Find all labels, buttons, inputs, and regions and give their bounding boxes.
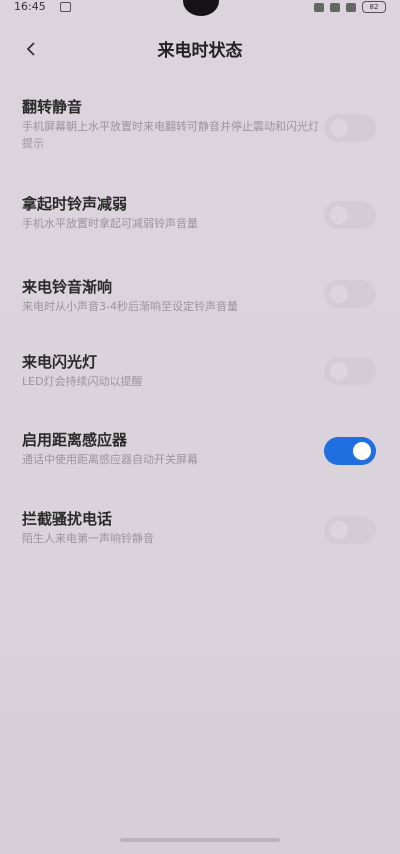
setting-pickup-quieter: 拿起时铃声减弱 手机水平放置时拿起可减弱铃声音量	[0, 193, 400, 243]
setting-title: 翻转静音	[22, 98, 83, 116]
battery-icon: 82	[362, 1, 386, 13]
setting-description: 通话中使用距离感应器自动开关屏幕	[22, 453, 198, 466]
status-bar: 16:45 82	[0, 0, 400, 18]
toggle-knob	[353, 442, 371, 460]
setting-block-spam-calls: 拦截骚扰电话 陌生人来电第一声响铃静音	[0, 508, 400, 558]
toggle-knob	[330, 521, 348, 539]
setting-description: 来电时从小声音3-4秒后渐响至设定铃声音量	[22, 300, 238, 313]
setting-description: 手机水平放置时拿起可减弱铃声音量	[22, 217, 198, 230]
toggle-knob	[330, 119, 348, 137]
setting-title: 启用距离感应器	[22, 431, 128, 449]
page-title: 来电时状态	[157, 41, 243, 61]
bluetooth-icon	[314, 2, 324, 12]
setting-flip-to-mute: 翻转静音 手机屏幕朝上水平放置时来电翻转可静音并停止震动和闪光灯提示	[0, 96, 400, 166]
toggle-knob	[330, 285, 348, 303]
setting-description: 手机屏幕朝上水平放置时来电翻转可静音并停止震动和闪光灯提示	[22, 120, 319, 150]
setting-description: LED灯会持续闪动以提醒	[22, 375, 143, 388]
setting-description: 陌生人来电第一声响铃静音	[22, 532, 154, 545]
setting-flash-alert: 来电闪光灯 LED灯会持续闪动以提醒	[0, 351, 400, 401]
camera-notch	[183, 0, 219, 16]
toggle-switch[interactable]	[324, 437, 376, 465]
toggle-switch[interactable]	[324, 516, 376, 544]
setting-title: 拿起时铃声减弱	[22, 195, 128, 213]
screen: 16:45 82 来电时状态 翻转静音 手机屏幕朝上水平放置时来电翻转可静音并停…	[0, 0, 400, 854]
signal-icon	[330, 2, 340, 12]
wifi-icon	[346, 2, 356, 12]
setting-ring-crescendo: 来电铃音渐响 来电时从小声音3-4秒后渐响至设定铃声音量	[0, 276, 400, 326]
setting-title: 拦截骚扰电话	[22, 510, 113, 528]
setting-title: 来电铃音渐响	[22, 278, 113, 296]
toggle-switch[interactable]	[324, 357, 376, 385]
message-icon	[60, 2, 71, 12]
toggle-switch[interactable]	[324, 114, 376, 142]
toggle-knob	[330, 206, 348, 224]
setting-proximity-sensor: 启用距离感应器 通话中使用距离感应器自动开关屏幕	[0, 429, 400, 479]
setting-title: 来电闪光灯	[22, 353, 98, 371]
toggle-knob	[330, 362, 348, 380]
status-icons: 82	[314, 1, 386, 13]
toggle-switch[interactable]	[324, 280, 376, 308]
status-time: 16:45	[14, 0, 46, 13]
home-indicator[interactable]	[120, 838, 280, 842]
toggle-switch[interactable]	[324, 201, 376, 229]
